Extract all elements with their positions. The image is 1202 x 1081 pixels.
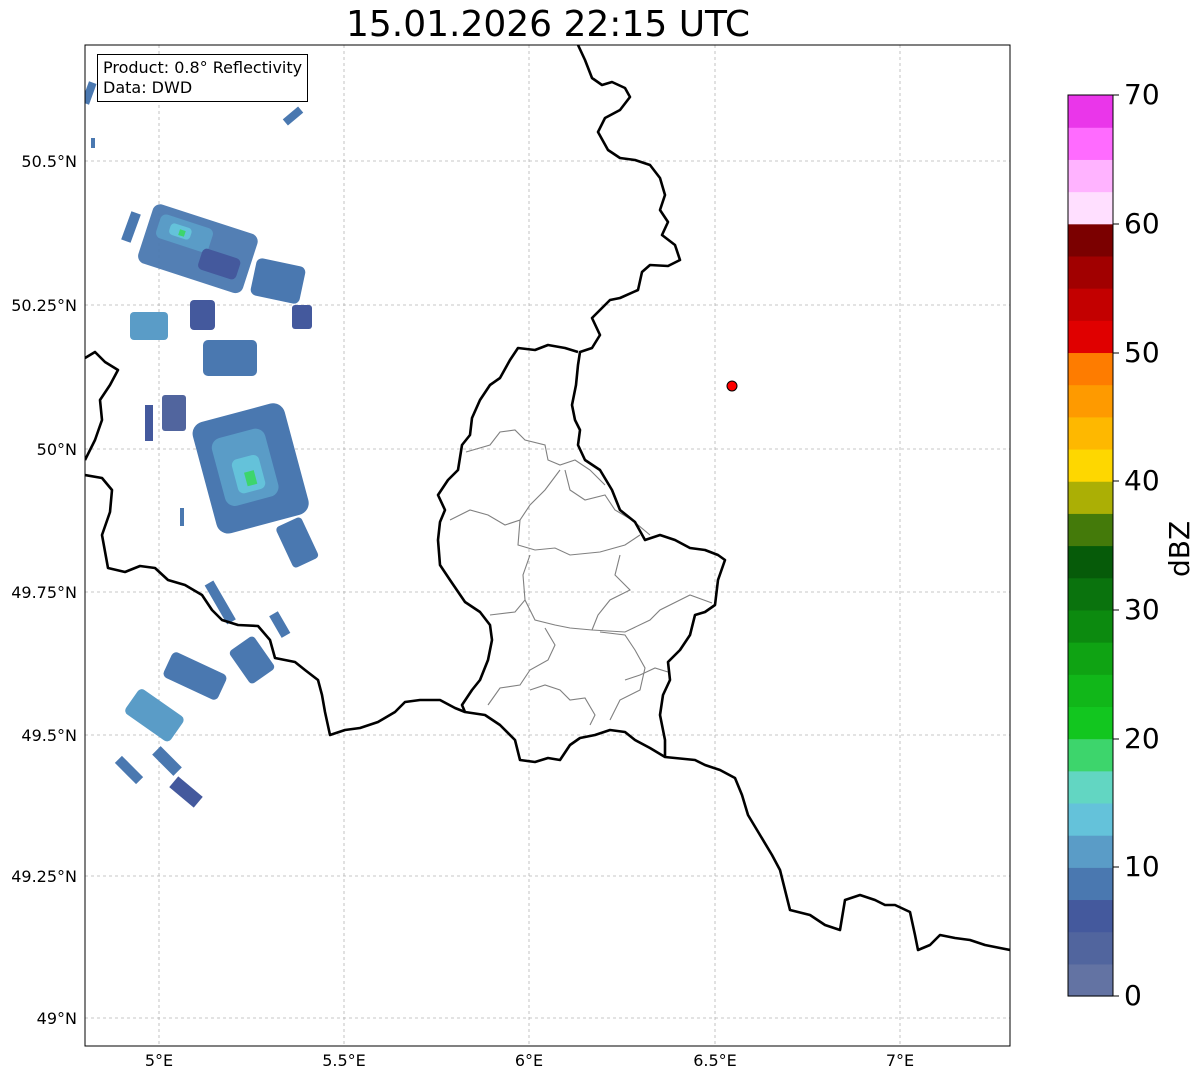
colorbar-segment xyxy=(1068,191,1113,225)
colorbar-unit-label: dBZ xyxy=(1163,520,1196,577)
colorbar-segment xyxy=(1068,642,1113,675)
lat-tick-label: 49.5°N xyxy=(21,726,77,745)
colorbar-tick-label: 10 xyxy=(1124,850,1160,883)
product-label: Product: 0.8° Reflectivity xyxy=(103,58,303,77)
colorbar-segment xyxy=(1068,963,1113,997)
radar-map: 5°E 5.5°E 6°E 6.5°E 7°E 50.5°N 50.25°N 5… xyxy=(11,44,1119,1070)
colorbar-segment xyxy=(1068,416,1113,450)
lon-tick-label: 5°E xyxy=(145,1051,173,1070)
colorbar-tick-label: 30 xyxy=(1124,593,1160,626)
echo-cell xyxy=(203,340,257,376)
colorbar-segment xyxy=(1068,770,1113,804)
lat-tick-label: 50.25°N xyxy=(11,296,77,315)
colorbar-segment xyxy=(1068,545,1113,579)
colorbar xyxy=(1068,95,1113,997)
lat-tick-label: 49.75°N xyxy=(11,583,77,602)
colorbar-segment xyxy=(1068,609,1113,643)
colorbar-tick-label: 50 xyxy=(1124,336,1160,369)
colorbar-segment xyxy=(1068,674,1113,707)
colorbar-segment xyxy=(1068,899,1113,933)
colorbar-segment xyxy=(1068,255,1113,289)
colorbar-tick-label: 0 xyxy=(1124,979,1142,1012)
lat-tick-label: 49.25°N xyxy=(11,867,77,886)
colorbar-segment xyxy=(1068,738,1113,772)
colorbar-segment xyxy=(1068,481,1113,514)
colorbar-segment xyxy=(1068,867,1113,901)
lat-tick-label: 50.5°N xyxy=(21,152,77,171)
lon-tick-label: 6°E xyxy=(515,1051,543,1070)
colorbar-tick-label: 20 xyxy=(1124,722,1160,755)
colorbar-segment xyxy=(1068,95,1113,128)
map-area xyxy=(85,45,1010,1046)
colorbar-segment xyxy=(1068,835,1113,868)
echo-cell xyxy=(162,395,186,431)
product-info-box: Product: 0.8° Reflectivity Data: DWD xyxy=(97,54,309,102)
echo-cell xyxy=(292,305,312,329)
colorbar-segment xyxy=(1068,352,1113,386)
echo-cell xyxy=(145,405,153,441)
echo-cell xyxy=(190,300,215,330)
colorbar-segment xyxy=(1068,127,1113,160)
lat-tick-label: 50°N xyxy=(37,440,77,459)
colorbar-tick-label: 70 xyxy=(1124,78,1160,111)
colorbar-tick-label: 60 xyxy=(1124,207,1160,240)
lon-tick-label: 6.5°E xyxy=(693,1051,737,1070)
echo-cell xyxy=(130,312,168,340)
lon-tick-labels: 5°E 5.5°E 6°E 6.5°E 7°E xyxy=(145,1051,914,1070)
colorbar-ticks xyxy=(1113,94,1119,997)
radar-station-marker xyxy=(726,380,738,392)
lat-tick-labels: 50.5°N 50.25°N 50°N 49.75°N 49.5°N 49.25… xyxy=(11,152,77,1028)
echo-cell xyxy=(91,138,95,148)
colorbar-segment xyxy=(1068,577,1113,611)
lat-tick-label: 49°N xyxy=(37,1009,77,1028)
colorbar-segment xyxy=(1068,223,1113,257)
colorbar-segment xyxy=(1068,288,1113,321)
lon-tick-label: 7°E xyxy=(886,1051,914,1070)
colorbar-segment xyxy=(1068,802,1113,836)
colorbar-segment xyxy=(1068,513,1113,547)
data-source-label: Data: DWD xyxy=(103,78,193,97)
lon-tick-label: 5.5°E xyxy=(322,1051,366,1070)
colorbar-tick-label: 40 xyxy=(1124,464,1160,497)
colorbar-segment xyxy=(1068,448,1113,482)
colorbar-segment xyxy=(1068,384,1113,418)
colorbar-segment xyxy=(1068,159,1113,193)
echo-cell xyxy=(180,508,184,526)
colorbar-segment xyxy=(1068,706,1113,740)
colorbar-segment xyxy=(1068,931,1113,965)
colorbar-segment xyxy=(1068,320,1113,354)
